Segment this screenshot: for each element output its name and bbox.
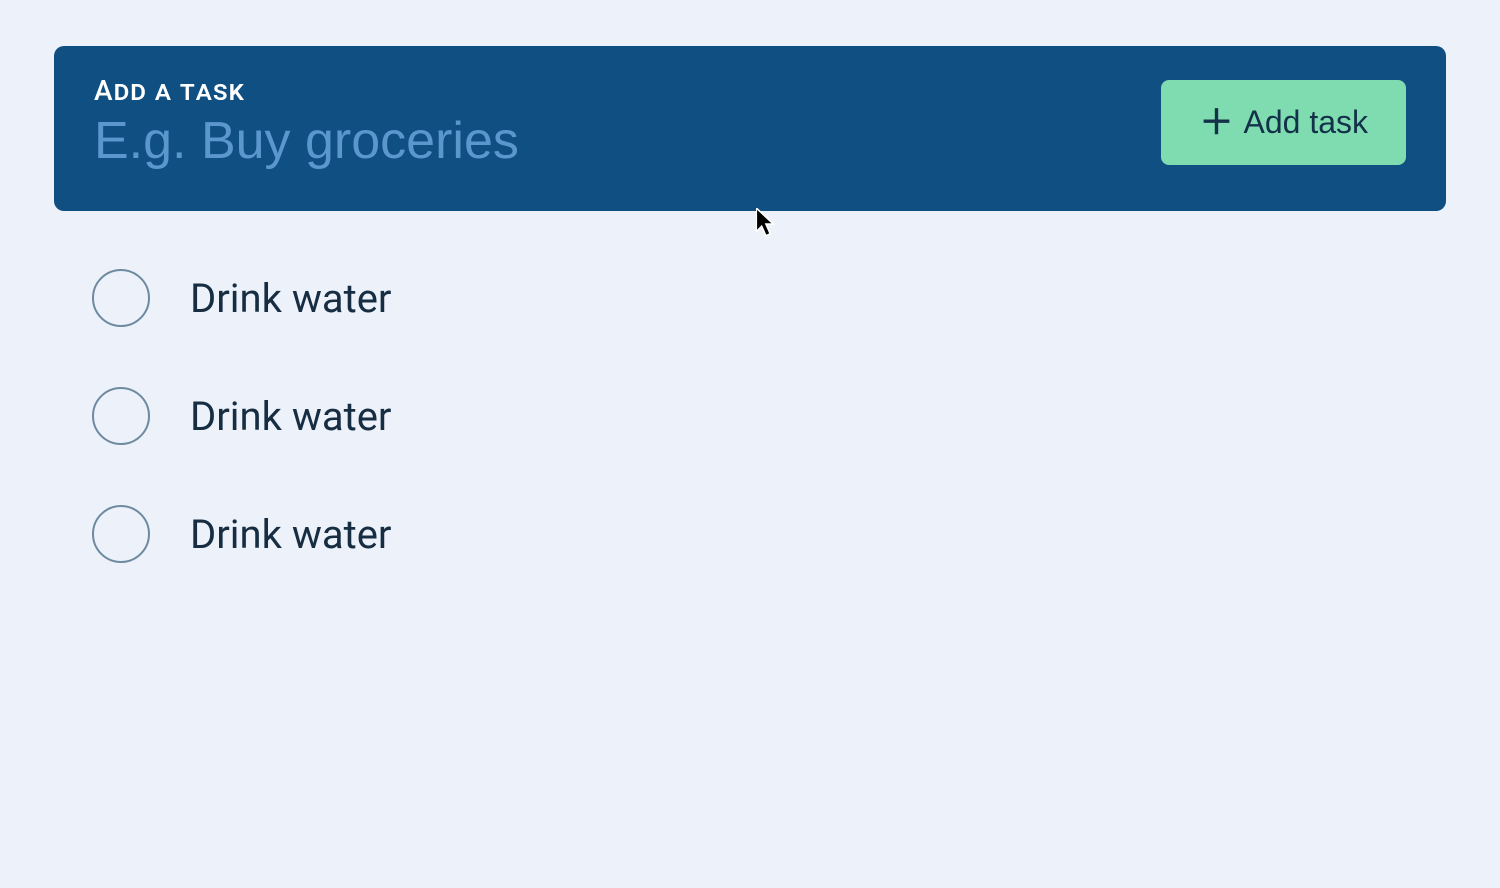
- add-task-label: Add a task: [94, 74, 1121, 107]
- plus-icon: ＋: [1199, 106, 1233, 140]
- add-task-button-label: Add task: [1243, 104, 1368, 141]
- task-label: Drink water: [190, 511, 391, 558]
- task-checkbox[interactable]: [92, 269, 150, 327]
- add-task-panel: Add a task ＋ Add task: [54, 46, 1446, 211]
- task-checkbox[interactable]: [92, 505, 150, 563]
- task-row: Drink water: [92, 505, 1446, 563]
- add-task-input[interactable]: [94, 111, 1121, 171]
- add-task-input-group: Add a task: [94, 74, 1121, 171]
- task-row: Drink water: [92, 269, 1446, 327]
- app-root: Add a task ＋ Add task Drink water Drink …: [0, 0, 1500, 609]
- task-label: Drink water: [190, 393, 391, 440]
- task-label: Drink water: [190, 275, 391, 322]
- task-checkbox[interactable]: [92, 387, 150, 445]
- add-task-button[interactable]: ＋ Add task: [1161, 80, 1406, 165]
- task-row: Drink water: [92, 387, 1446, 445]
- task-list: Drink water Drink water Drink water: [54, 269, 1446, 563]
